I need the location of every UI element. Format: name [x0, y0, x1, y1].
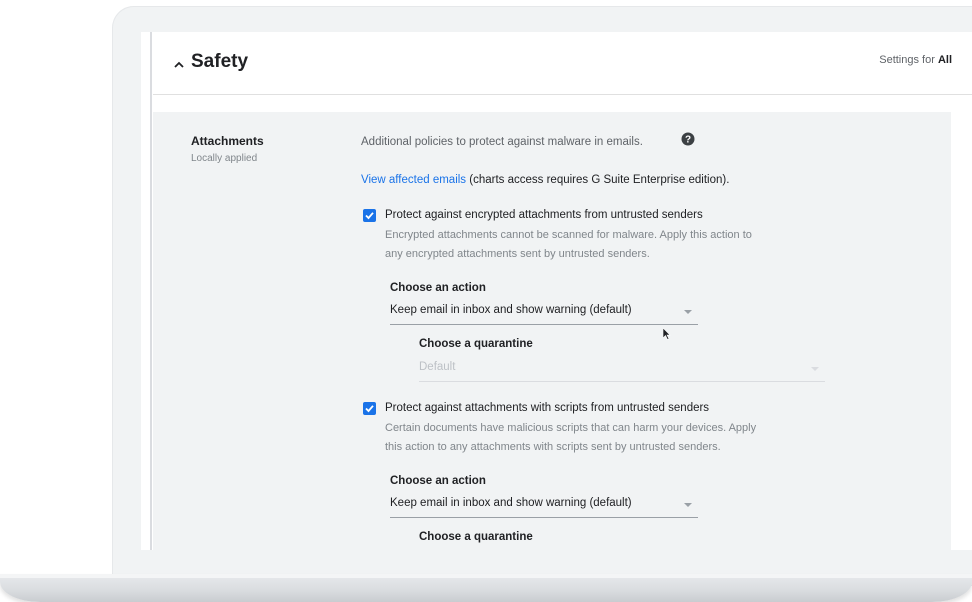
laptop-base	[0, 574, 972, 602]
settings-scope-value: All	[937, 54, 952, 66]
laptop-base-highlight	[0, 574, 972, 578]
help-circle-icon[interactable]: ?	[681, 132, 695, 146]
chevron-up-icon[interactable]	[172, 58, 186, 72]
encrypted-desc-line-2: any encrypted attachments sent by untrus…	[385, 248, 650, 260]
script-attachments-title: Protect against attachments with scripts…	[385, 402, 710, 414]
encrypted-attachments-title: Protect against encrypted attachments fr…	[385, 209, 703, 221]
settings-scope: Settings for All	[879, 54, 952, 66]
script-action-select[interactable]: Keep email in inbox and show warning (de…	[390, 495, 698, 518]
setting-description: Additional policies to protect against m…	[361, 136, 643, 148]
encrypted-quarantine-value: Default	[419, 361, 456, 373]
check-icon	[365, 405, 374, 413]
settings-scope-prefix: Settings for	[879, 54, 935, 66]
setting-status: Locally applied	[191, 153, 258, 164]
encrypted-attachments-checkbox[interactable]	[363, 209, 376, 222]
encrypted-desc-line-1: Encrypted attachments cannot be scanned …	[385, 229, 752, 241]
attachments-settings-panel: Attachments Locally applied Additional p…	[153, 112, 951, 552]
script-desc-line-2: this action to any attachments with scri…	[385, 441, 721, 453]
encrypted-action-label: Choose an action	[390, 282, 486, 294]
script-action-value: Keep email in inbox and show warning (de…	[390, 497, 632, 509]
view-affected-emails-link[interactable]: View affected emails	[361, 174, 466, 186]
chevron-down-icon	[684, 503, 692, 507]
svg-text:?: ?	[685, 135, 691, 146]
script-desc-line-1: Certain documents have malicious scripts…	[385, 422, 757, 434]
script-action-label: Choose an action	[390, 475, 486, 487]
script-attachments-description: Certain documents have malicious scripts…	[385, 419, 825, 457]
encrypted-quarantine-select[interactable]: Default	[419, 359, 825, 382]
section-header[interactable]: Safety Settings for All	[153, 32, 972, 95]
chevron-down-icon	[811, 367, 819, 371]
script-quarantine-label: Choose a quarantine	[419, 531, 533, 543]
view-affected-line: View affected emails (charts access requ…	[361, 174, 729, 186]
chevron-down-icon	[684, 310, 692, 314]
section-title: Safety	[191, 51, 249, 72]
check-icon	[365, 212, 374, 220]
encrypted-quarantine-label: Choose a quarantine	[419, 338, 533, 350]
mouse-cursor-icon	[663, 328, 671, 340]
view-affected-note: (charts access requires G Suite Enterpri…	[469, 174, 730, 186]
setting-name: Attachments	[191, 134, 264, 148]
screen-left-border	[150, 32, 152, 550]
encrypted-action-select[interactable]: Keep email in inbox and show warning (de…	[390, 302, 698, 325]
encrypted-attachments-description: Encrypted attachments cannot be scanned …	[385, 226, 825, 264]
encrypted-action-value: Keep email in inbox and show warning (de…	[390, 304, 632, 316]
script-attachments-checkbox[interactable]	[363, 402, 376, 415]
